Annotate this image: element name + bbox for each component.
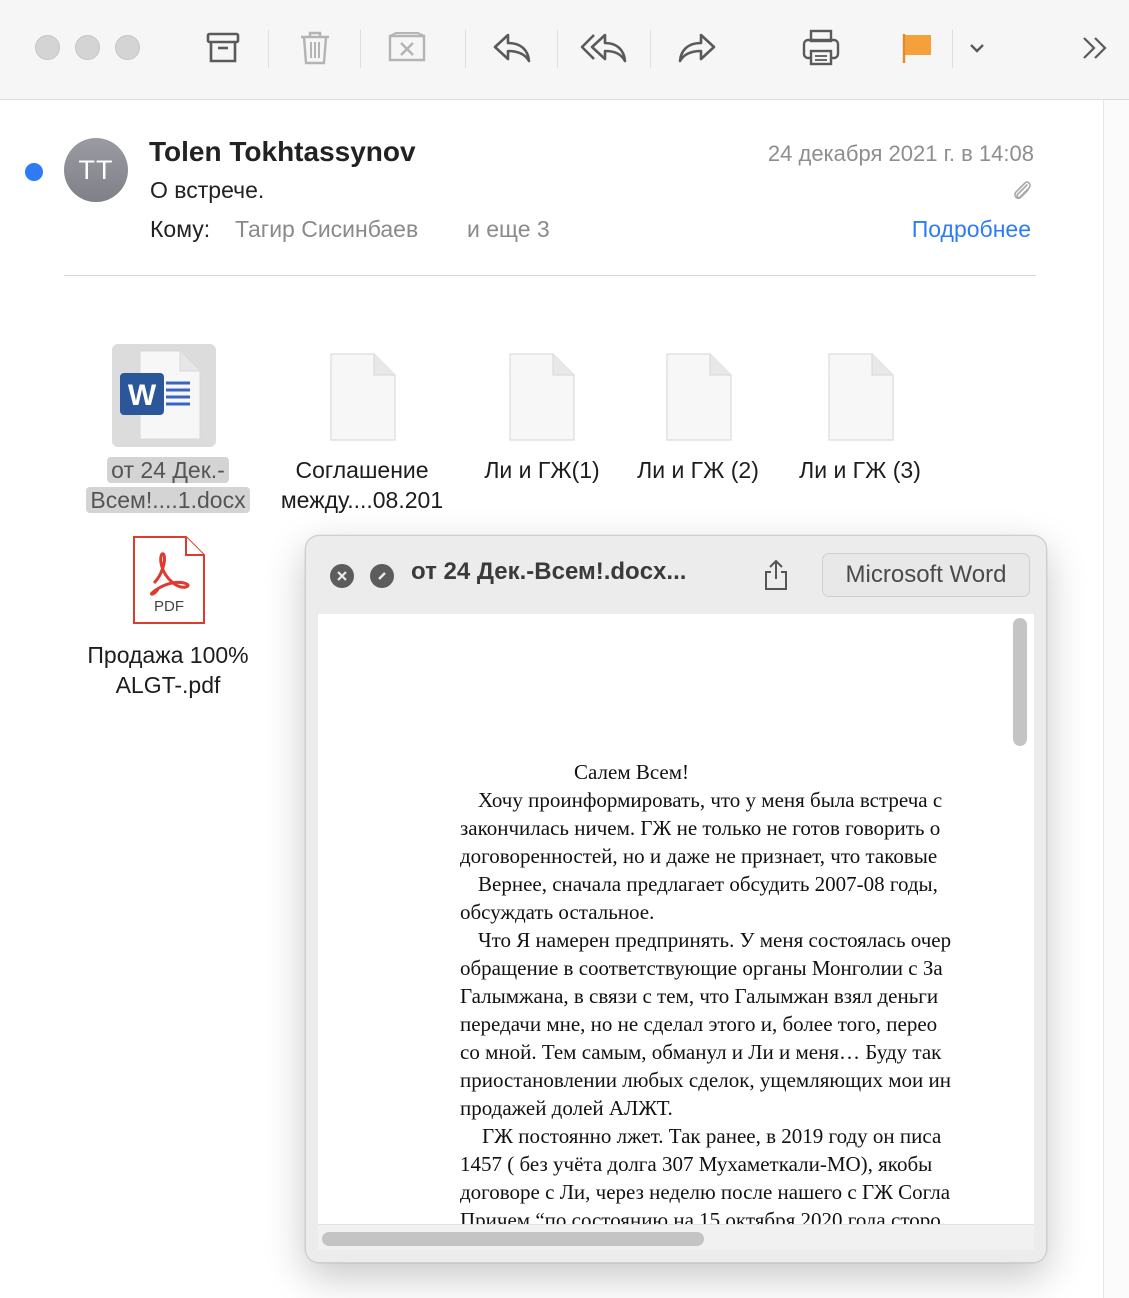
document-line: ГЖ постоянно лжет. Так ранее, в 2019 год… [482, 1124, 942, 1148]
document-line: Причем “по состоянию на 15 октября 2020 … [460, 1208, 941, 1224]
flag-button[interactable] [893, 24, 941, 72]
blank-document-icon [828, 353, 894, 441]
attachment-name-line1: от 24 Дек.- [107, 457, 229, 483]
document-line: Что Я намерен предпринять. У меня состоя… [478, 928, 952, 952]
document-line: Салем Всем! [574, 760, 690, 784]
attachment-document[interactable] [509, 353, 575, 446]
document-line: со мной. Тем самым, обманул и Ли и меня…… [460, 1040, 942, 1064]
reply-button[interactable] [488, 24, 536, 72]
document-line: договоре с Ли, через неделю после нашего… [460, 1180, 951, 1204]
details-link[interactable]: Подробнее [912, 216, 1031, 243]
more-recipients[interactable]: и еще 3 [467, 216, 550, 243]
window-zoom-button[interactable] [115, 35, 140, 60]
junk-button[interactable] [383, 24, 431, 72]
forward-button[interactable] [673, 24, 721, 72]
archive-button[interactable] [199, 24, 247, 72]
print-button[interactable] [797, 24, 845, 72]
attachment-name-line2: между....08.201 [280, 487, 444, 513]
window-close-button[interactable] [35, 35, 60, 60]
word-document-icon: W [120, 350, 201, 440]
close-icon [337, 571, 347, 581]
toolbar-separator [465, 30, 466, 68]
toolbar-separator [268, 30, 269, 68]
message-subject: О встрече. [150, 177, 265, 203]
message-date: 24 декабря 2021 г. в 14:08 [767, 141, 1034, 166]
attachment-name-line2: Всем!....1.docx [86, 487, 250, 513]
quicklook-close-button[interactable] [330, 564, 354, 588]
printer-icon [802, 29, 840, 66]
toolbar-overflow-button[interactable] [1071, 24, 1119, 72]
window-minimize-button[interactable] [75, 35, 100, 60]
toolbar-separator [557, 30, 558, 68]
attachment-name[interactable]: Ли и ГЖ(1) [462, 455, 622, 485]
attachment-document[interactable] [330, 353, 396, 446]
fullscreen-icon [378, 572, 386, 580]
pdf-document-icon: PDF [133, 536, 205, 624]
attachment-name-line1: Продажа 100% [87, 642, 249, 668]
forward-arrow-icon [678, 33, 716, 63]
blank-document-icon [509, 353, 575, 441]
recipient-name[interactable]: Тагир Сисинбаев [235, 216, 418, 243]
attachment-document[interactable] [828, 353, 894, 446]
document-line: передачи мне, но не сделал этого и, боле… [460, 1012, 938, 1036]
toolbar [0, 0, 1129, 100]
double-chevron-right-icon [1083, 37, 1107, 59]
flag-icon [902, 34, 931, 63]
toolbar-separator [650, 30, 651, 68]
preview-horizontal-scrollbar[interactable] [322, 1232, 704, 1246]
document-line: приостановлении любых сделок, ущемляющих… [460, 1068, 951, 1092]
document-line: обращение в соответствующие органы Монго… [460, 956, 943, 980]
pdf-label: PDF [154, 598, 184, 615]
archive-box-icon [206, 32, 240, 63]
reply-all-arrow-icon [580, 33, 627, 63]
document-line: Галымжана, в связи с тем, что Галымжан в… [460, 984, 939, 1008]
document-preview[interactable]: Салем Всем! Хочу проинформировать, что у… [318, 614, 1034, 1224]
attachment-name[interactable]: Ли и ГЖ (2) [618, 455, 778, 485]
attachment-name-line2: ALGT-.pdf [115, 672, 221, 698]
to-label: Кому: [150, 216, 211, 242]
document-text: Салем Всем! Хочу проинформировать, что у… [460, 758, 1020, 1224]
quicklook-panel: от 24 Дек.-Всем!.docx... Microsoft Word … [305, 535, 1047, 1263]
blank-document-icon [330, 353, 396, 441]
toolbar-separator [360, 30, 361, 68]
attachment-name-line1: Соглашение [295, 457, 429, 483]
header-divider [64, 275, 1036, 276]
attachment-name[interactable]: от 24 Дек.- Всем!....1.docx [70, 455, 266, 515]
attachment-name[interactable]: Продажа 100% ALGT-.pdf [68, 640, 268, 700]
avatar: TT [64, 138, 128, 202]
unread-indicator [25, 163, 43, 181]
trash-icon [301, 31, 329, 65]
blank-document-icon [666, 353, 732, 441]
attachment-document[interactable] [666, 353, 732, 446]
document-line: 1457 ( без учёта долга 307 Мухаметкали-М… [460, 1152, 933, 1176]
quicklook-share-button[interactable] [761, 558, 791, 597]
flag-menu-button[interactable] [953, 24, 1001, 72]
reply-arrow-icon [493, 33, 531, 63]
attachment-name[interactable]: Соглашение между....08.201 [262, 455, 462, 515]
document-line: обсуждать остальное. [460, 900, 655, 924]
svg-text:W: W [128, 379, 157, 412]
paperclip-icon [1011, 178, 1033, 209]
delete-button[interactable] [291, 24, 339, 72]
document-line: Хочу проинформировать, что у меня была в… [478, 788, 943, 812]
avatar-initials: TT [78, 154, 114, 185]
quicklook-title: от 24 Дек.-Всем!.docx... [411, 558, 687, 585]
message-scrollbar[interactable] [1103, 100, 1129, 1298]
chevron-down-icon [970, 44, 984, 53]
attachment-pdf[interactable]: PDF [132, 535, 206, 630]
attachment-word-doc[interactable]: W [118, 349, 210, 446]
reply-all-button[interactable] [580, 24, 628, 72]
document-line: Вернее, сначала предлагает обсудить 2007… [478, 872, 938, 896]
document-line: договоренностей, но и даже не признает, … [460, 844, 938, 868]
share-icon [765, 559, 787, 590]
document-line: продажей долей АЛЖТ. [460, 1096, 673, 1120]
document-line: закончилась ничем. ГЖ не только не готов… [460, 816, 941, 840]
quicklook-fullscreen-button[interactable] [370, 564, 394, 588]
junk-box-icon [388, 32, 426, 62]
open-with-button[interactable]: Microsoft Word [822, 553, 1030, 597]
preview-vertical-scrollbar[interactable] [1013, 618, 1027, 746]
attachment-name[interactable]: Ли и ГЖ (3) [780, 455, 940, 485]
sender-name[interactable]: Tolen Tokhtassynov [149, 136, 416, 168]
